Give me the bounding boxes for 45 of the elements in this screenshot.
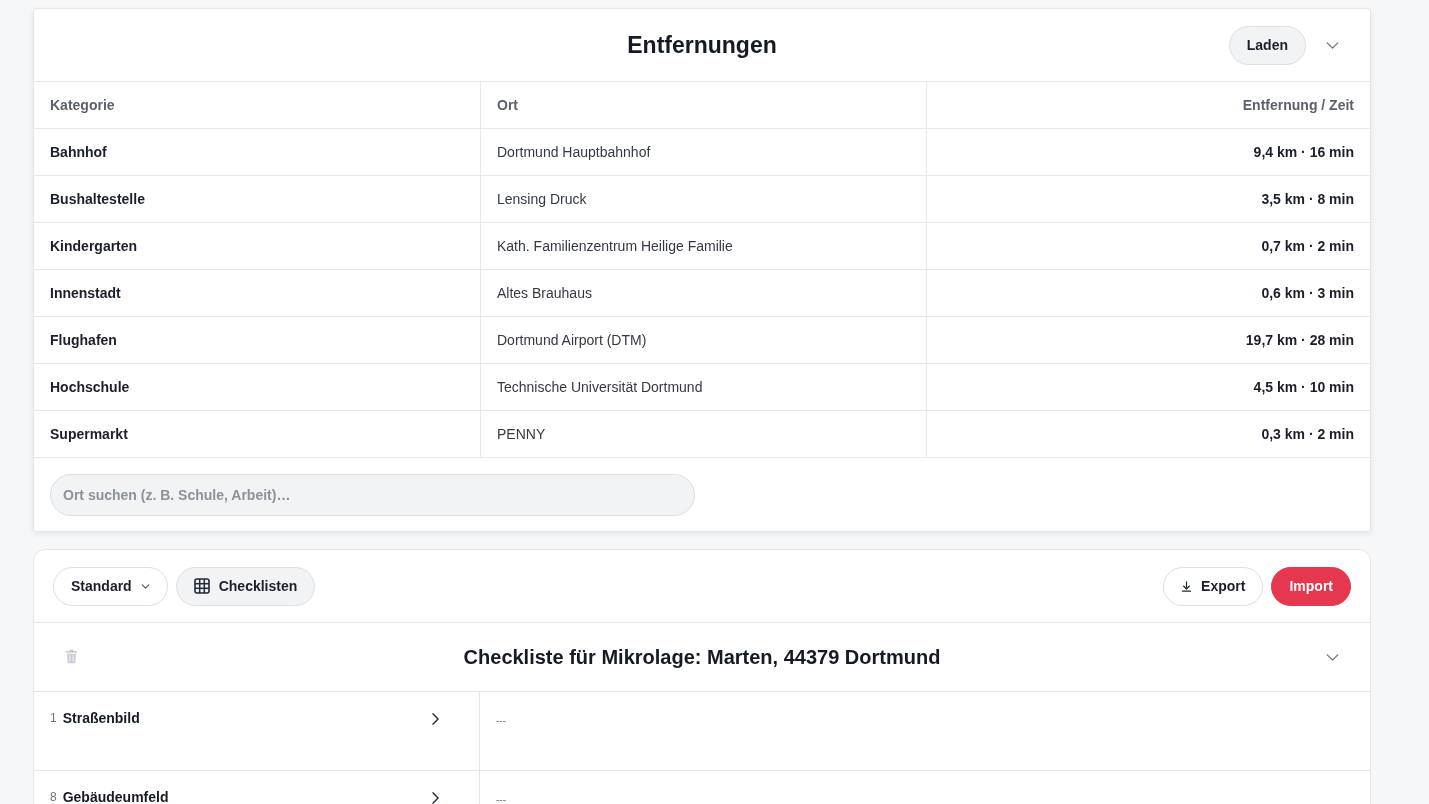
table-cell-text: 4,5 km · 10 min <box>1252 378 1355 397</box>
table-cell: Technische Universität Dortmund <box>481 364 927 410</box>
item-value: --- <box>496 794 506 804</box>
chevron-right-icon[interactable] <box>432 792 439 804</box>
download-icon <box>1181 580 1193 592</box>
table-cell: Flughafen <box>34 317 481 363</box>
table-cell: Kindergarten <box>34 223 481 269</box>
table-cell: Innenstadt <box>34 270 481 316</box>
table-cell-text: 0,7 km · 2 min <box>1260 237 1355 256</box>
table-cell-text: 9,4 km · 16 min <box>1252 143 1355 162</box>
checklists-button[interactable]: Checklisten <box>175 566 316 606</box>
item-value: --- <box>496 715 506 726</box>
item-label[interactable]: Gebäudeumfeld <box>62 789 169 804</box>
export-button[interactable]: Export <box>1163 566 1264 606</box>
table-cell: Hochschule <box>34 364 481 410</box>
view-dropdown[interactable]: Standard <box>53 566 168 606</box>
table-cell-text: 0,3 km · 2 min <box>1260 425 1355 444</box>
search-field[interactable]: Ort suchen (z. B. Schule, Arbeit)… <box>50 473 695 516</box>
table-cell-text: 3,5 km · 8 min <box>1260 190 1355 209</box>
table-cell: Dortmund Hauptbahnhof <box>481 129 927 175</box>
table-cell-text: 0,6 km · 3 min <box>1260 284 1355 303</box>
table-cell: Kath. Familienzentrum Heilige Familie <box>481 223 927 269</box>
caret-icon <box>140 583 150 589</box>
import-button[interactable]: Import <box>1271 566 1351 606</box>
item-number: 8 <box>50 789 57 804</box>
panel-title: Entfernungen <box>627 31 777 59</box>
table-cell-text: 19,7 km · 28 min <box>1244 331 1355 350</box>
table-cell: Altes Brauhaus <box>481 270 927 316</box>
checklist-title: Checkliste für Mikrolage: Marten, 44379 Dortmund <box>463 645 941 669</box>
table-cell: Bahnhof <box>34 129 481 175</box>
column-header: Ort <box>481 82 927 128</box>
column-header: Entfernung / Zeit <box>1241 96 1355 115</box>
table-cell: Lensing Druck <box>481 176 927 222</box>
table-cell: Supermarkt <box>34 411 481 457</box>
chevron-down-icon[interactable] <box>1326 41 1339 49</box>
load-button[interactable]: Laden <box>1228 25 1306 65</box>
item-number: 1 <box>50 710 57 727</box>
table-cell: Dortmund Airport (DTM) <box>481 317 927 363</box>
item-label[interactable]: Straßenbild <box>62 710 140 727</box>
chevron-down-icon[interactable] <box>1326 653 1339 661</box>
grid-icon <box>193 578 210 594</box>
column-header: Kategorie <box>34 82 481 128</box>
chevron-right-icon[interactable] <box>432 713 439 725</box>
table-cell: Bushaltestelle <box>34 176 481 222</box>
table-cell: PENNY <box>481 411 927 457</box>
